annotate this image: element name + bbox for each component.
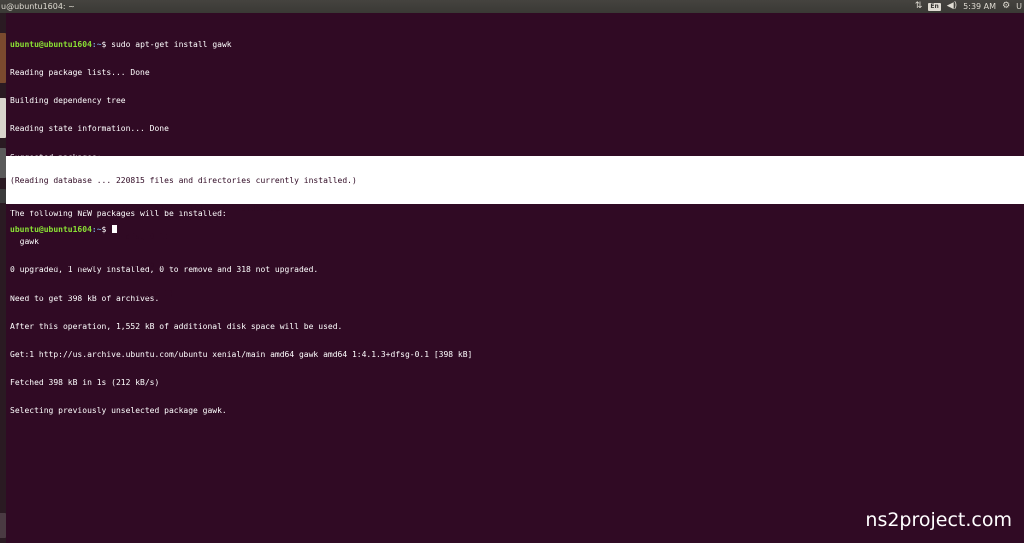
highlighted-line: Setting up gawk (1:4.1.3+dfsg-0.1) ...: [10, 288, 194, 298]
final-prompt[interactable]: ubuntu@ubuntu1604:~$: [10, 206, 1010, 244]
window-title: u@ubuntu1604: ~: [1, 2, 75, 11]
output-line: Get:1 http://us.archive.ubuntu.com/ubunt…: [10, 350, 473, 360]
watermark: ns2project.com: [865, 509, 1012, 531]
sort-arrows-icon[interactable]: ⇅: [915, 0, 923, 13]
highlighted-line: Processing triggers for man-db (2.7.5-1)…: [10, 260, 222, 270]
prompt-line: ubuntu@ubuntu1604:~$: [10, 224, 1010, 234]
prompt-user-host: ubuntu@ubuntu1604: [10, 224, 92, 234]
prompt-symbol: $: [101, 39, 112, 49]
speaker-icon[interactable]: ◀): [947, 0, 957, 13]
clock[interactable]: 5:39 AM: [963, 0, 996, 13]
command-line: ubuntu@ubuntu1604:~$ sudo apt-get instal…: [10, 40, 1010, 49]
highlighted-line: (Reading database ... 220815 files and d…: [10, 175, 357, 185]
keyboard-layout-indicator[interactable]: En: [928, 2, 941, 11]
launcher-item[interactable]: [0, 33, 6, 83]
prompt-symbol: $: [101, 224, 112, 234]
output-line: Selecting previously unselected package …: [10, 406, 227, 416]
user-menu[interactable]: U: [1016, 0, 1022, 13]
prompt-path: :~: [91, 39, 102, 49]
prompt-user-host: ubuntu@ubuntu1604: [10, 39, 92, 49]
output-line: After this operation, 1,552 kB of additi…: [10, 321, 343, 331]
launcher-item[interactable]: [0, 98, 6, 138]
output-line: Reading package lists... Done: [10, 68, 150, 78]
output-line: Reading state information... Done: [10, 124, 169, 134]
text-cursor: [112, 224, 118, 233]
launcher-item[interactable]: [0, 513, 6, 538]
output-line: Building dependency tree: [10, 96, 126, 106]
launcher-bar: [0, 13, 6, 543]
top-panel: u@ubuntu1604: ~ ⇅ En ◀) 5:39 AM ⚙ U: [0, 0, 1024, 13]
system-tray: ⇅ En ◀) 5:39 AM ⚙ U: [915, 0, 1024, 13]
prompt-path: :~: [91, 224, 102, 234]
command-text: sudo apt-get install gawk: [111, 39, 232, 49]
gear-icon[interactable]: ⚙: [1002, 0, 1010, 13]
output-line: Fetched 398 kB in 1s (212 kB/s): [10, 378, 160, 388]
